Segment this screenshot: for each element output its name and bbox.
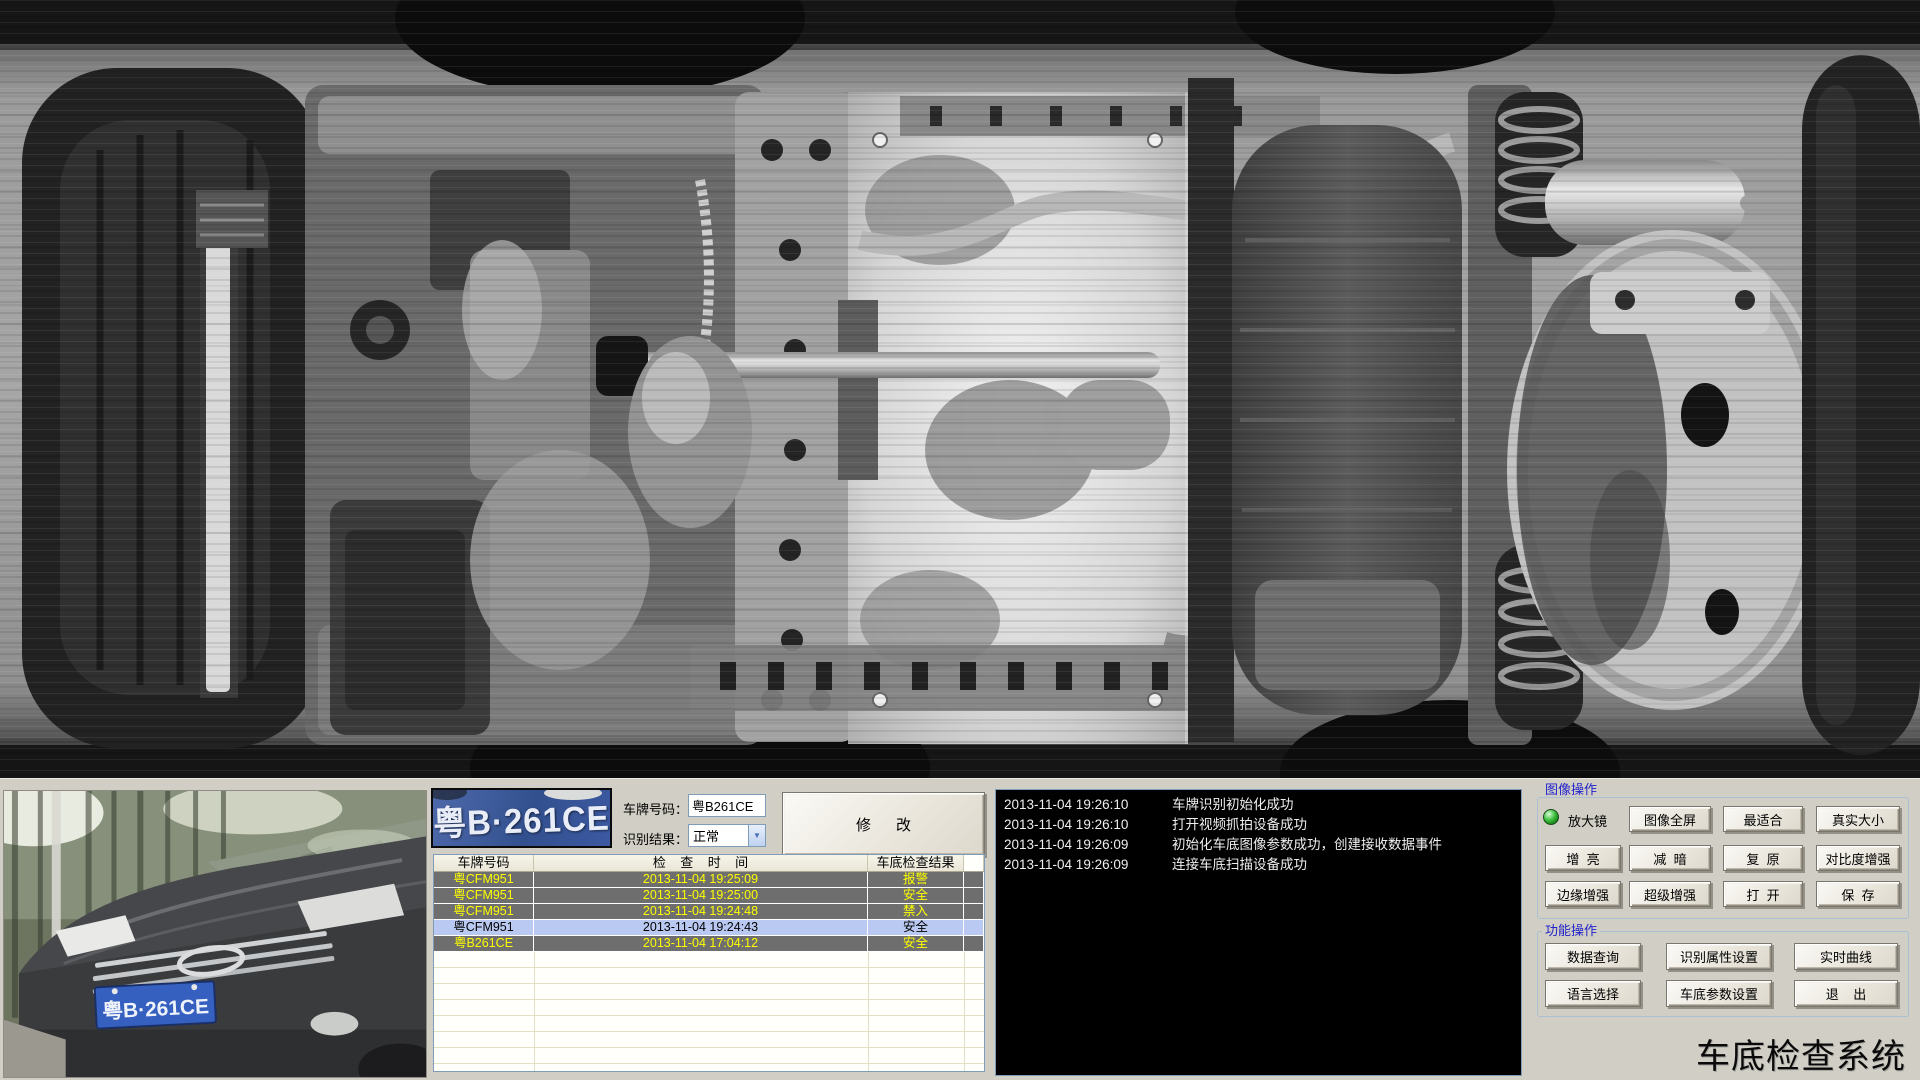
fullscreen-button[interactable]: 图像全屏 [1629,806,1711,832]
underbody-inspection-window: 粤B·261CE 粤B·261CE 车牌号码： 识别结果： 正常 ▼ 修 改 车… [0,0,1920,1080]
log-message: 连接车底扫描设备成功 [1172,857,1307,872]
cell-plate: 粤B261CE [434,936,534,952]
event-log: 2013-11-04 19:26:10 车牌识别初始化成功 2013-11-04… [995,789,1522,1076]
vehicle-photo-art: 粤B·261CE [4,791,426,1077]
table-empty-area [434,952,984,1071]
cell-result: 禁入 [868,904,964,920]
cell-time: 2013-11-04 19:25:00 [534,888,868,904]
undercarriage-scan-art [0,0,1920,778]
plate-crop-image: 粤B·261CE [431,788,612,848]
col-plate-header: 车牌号码 [434,855,534,871]
brighten-button[interactable]: 增 亮 [1545,845,1621,871]
recognition-settings-button[interactable]: 识别属性设置 [1666,943,1772,970]
image-ops-group-label: 图像操作 [1542,783,1601,797]
restore-button[interactable]: 复 原 [1723,845,1803,871]
col-result-header: 车底检查结果 [868,855,964,871]
history-table: 车牌号码 检 查 时 间 车底检查结果 粤CFM951 2013-11-04 1… [433,854,985,1072]
exit-button[interactable]: 退 出 [1794,980,1898,1007]
chevron-down-icon[interactable]: ▼ [748,825,765,846]
log-entry: 2013-11-04 19:26:09 初始化车底图像参数成功，创建接收数据事件 [1004,835,1513,855]
log-time: 2013-11-04 19:26:10 [1004,817,1129,832]
col-filler-header [964,855,984,871]
table-row[interactable]: 粤CFM951 2013-11-04 19:25:00 安全 [434,888,984,904]
underbody-params-button[interactable]: 车底参数设置 [1666,980,1772,1007]
undercarriage-scan-image [0,0,1920,778]
cell-plate: 粤CFM951 [434,920,534,936]
col-time-header: 检 查 时 间 [534,855,868,871]
open-button[interactable]: 打 开 [1723,881,1803,907]
darken-button[interactable]: 减 暗 [1629,845,1711,871]
log-message: 初始化车底图像参数成功，创建接收数据事件 [1172,837,1442,852]
table-row[interactable]: 粤CFM951 2013-11-04 19:24:48 禁入 [434,904,984,920]
result-select-value: 正常 [693,829,720,844]
cell-result: 安全 [868,920,964,936]
log-message: 车牌识别初始化成功 [1172,797,1294,812]
modify-button[interactable]: 修 改 [782,792,985,856]
cell-plate: 粤CFM951 [434,904,534,920]
log-time: 2013-11-04 19:26:10 [1004,797,1129,812]
save-button[interactable]: 保 存 [1816,881,1900,907]
history-table-header: 车牌号码 检 查 时 间 车底检查结果 [434,855,984,872]
best-fit-button[interactable]: 最适合 [1723,806,1803,832]
language-select-button[interactable]: 语言选择 [1545,980,1641,1007]
table-row-selected[interactable]: 粤CFM951 2013-11-04 19:24:43 安全 [434,920,984,936]
log-time: 2013-11-04 19:26:09 [1004,837,1129,852]
edge-enhance-button[interactable]: 边缘增强 [1545,881,1621,907]
data-query-button[interactable]: 数据查询 [1545,943,1641,970]
cell-result: 安全 [868,888,964,904]
contrast-enhance-button[interactable]: 对比度增强 [1816,845,1900,871]
log-entry: 2013-11-04 19:26:10 打开视频抓拍设备成功 [1004,815,1513,835]
result-select[interactable]: 正常 ▼ [688,824,766,847]
magnifier-led-icon [1543,809,1559,825]
super-enhance-button[interactable]: 超级增强 [1629,881,1711,907]
log-time: 2013-11-04 19:26:09 [1004,857,1129,872]
plate-number-input[interactable] [688,794,766,817]
cell-time: 2013-11-04 17:04:12 [534,936,868,952]
result-label: 识别结果： [623,832,689,847]
system-title: 车底检查系统 [1696,1037,1906,1077]
cell-time: 2013-11-04 19:24:48 [534,904,868,920]
log-entry: 2013-11-04 19:26:10 车牌识别初始化成功 [1004,795,1513,815]
realtime-curve-button[interactable]: 实时曲线 [1794,943,1898,970]
log-message: 打开视频抓拍设备成功 [1172,817,1307,832]
cell-plate: 粤CFM951 [434,872,534,888]
table-row[interactable]: 粤CFM951 2013-11-04 19:25:09 报警 [434,872,984,888]
cell-plate: 粤CFM951 [434,888,534,904]
cell-result: 报警 [868,872,964,888]
cell-result: 安全 [868,936,964,952]
log-entry: 2013-11-04 19:26:09 连接车底扫描设备成功 [1004,855,1513,875]
plate-crop-text: 粤B·261CE [432,798,611,844]
plate-number-label: 车牌号码： [623,802,689,817]
cell-time: 2013-11-04 19:24:43 [534,920,868,936]
cell-time: 2013-11-04 19:25:09 [534,872,868,888]
vehicle-photo: 粤B·261CE [3,790,427,1078]
function-ops-group-label: 功能操作 [1542,924,1601,938]
table-row[interactable]: 粤B261CE 2013-11-04 17:04:12 安全 [434,936,984,952]
actual-size-button[interactable]: 真实大小 [1816,806,1900,832]
magnifier-label[interactable]: 放大镜 [1568,811,1607,830]
